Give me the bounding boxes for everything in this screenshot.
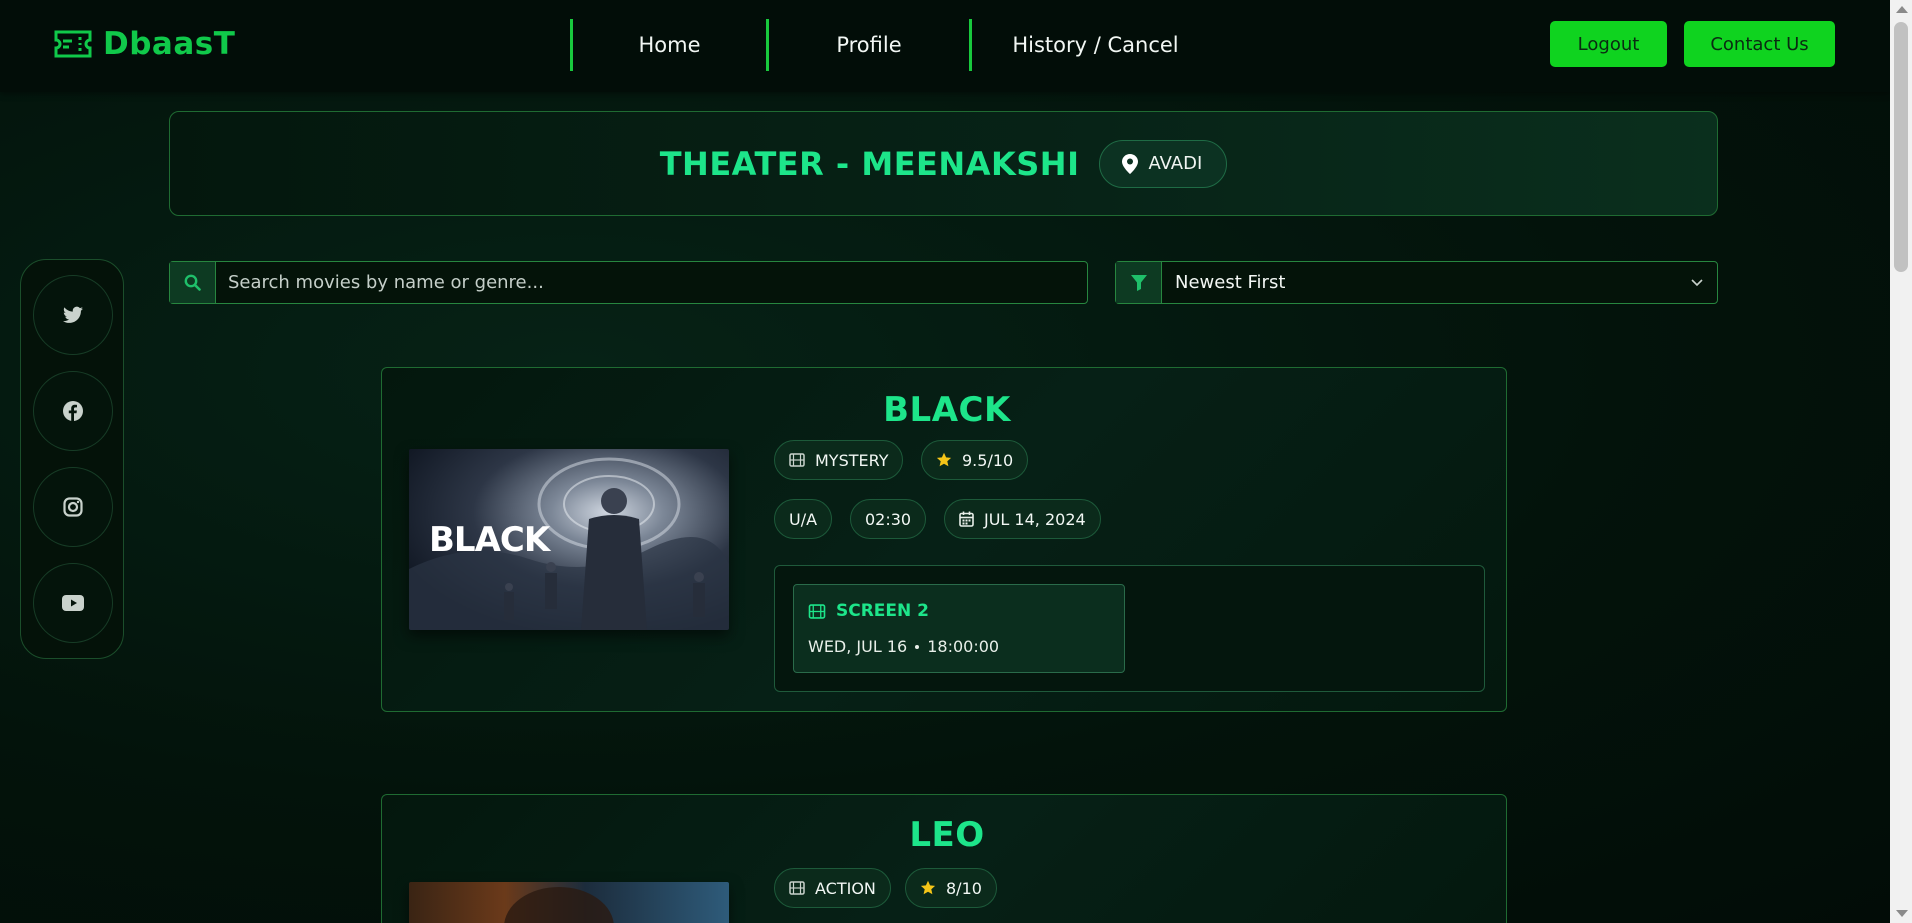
movie-title: LEO <box>909 815 985 855</box>
filter-icon-cell <box>1116 262 1162 303</box>
show-date: WED, JUL 16 <box>808 637 908 656</box>
brand-name: DbaasT <box>103 26 236 62</box>
star-icon <box>936 452 952 467</box>
calendar-icon <box>959 511 974 527</box>
scroll-up-arrow[interactable] <box>1896 6 1908 13</box>
location-label: AVADI <box>1148 153 1203 174</box>
sort-select[interactable]: Newest First <box>1115 261 1718 304</box>
genre-badge: MYSTERY <box>774 440 904 480</box>
showtimes-panel: SCREEN 2 WED, JUL 16 18:00:00 <box>774 565 1485 692</box>
movie-title: BLACK <box>883 390 1011 430</box>
top-navbar: DbaasT Home Profile History / Cancel Log… <box>0 0 1890 92</box>
theater-header: THEATER - MEENAKSHI AVADI <box>169 111 1718 216</box>
rating-label: 9.5/10 <box>962 450 1014 470</box>
filter-icon <box>1130 274 1147 291</box>
rating-badge: 9.5/10 <box>921 440 1029 480</box>
genre-label: ACTION <box>815 878 876 898</box>
film-icon <box>808 603 826 619</box>
scroll-thumb[interactable] <box>1894 22 1908 272</box>
location-badge: AVADI <box>1099 139 1228 188</box>
release-date-badge: JUL 14, 2024 <box>944 499 1101 539</box>
rating-label: 8/10 <box>946 878 982 898</box>
twitter-link[interactable] <box>33 275 113 355</box>
movie-card: LEO ACTION 8/10 <box>381 794 1507 923</box>
movie-poster[interactable] <box>409 882 729 923</box>
star-icon <box>920 880 936 895</box>
film-icon <box>789 881 805 895</box>
movie-card: BLACK BLACK MYSTERY 9.5/10 U/A 02:30 JUL… <box>381 367 1507 712</box>
separator-dot <box>915 644 920 649</box>
search-input[interactable] <box>216 262 1087 303</box>
scroll-down-arrow[interactable] <box>1896 910 1908 917</box>
youtube-link[interactable] <box>33 563 113 643</box>
search-icon <box>184 274 201 291</box>
ticket-icon <box>54 30 92 58</box>
genre-badge: ACTION <box>774 868 891 908</box>
showtime-card[interactable]: SCREEN 2 WED, JUL 16 18:00:00 <box>793 584 1125 673</box>
page-scrollbar[interactable] <box>1890 0 1912 923</box>
nav-home-link[interactable]: Home <box>570 19 766 71</box>
show-time: 18:00:00 <box>927 637 1000 656</box>
theater-title: THEATER - MEENAKSHI <box>659 144 1080 183</box>
logout-button[interactable]: Logout <box>1550 21 1667 67</box>
youtube-icon <box>62 595 84 611</box>
certificate-badge: U/A <box>774 499 833 539</box>
release-date-label: JUL 14, 2024 <box>984 509 1086 529</box>
duration-badge: 02:30 <box>850 499 927 539</box>
movie-poster[interactable]: BLACK <box>409 449 729 630</box>
twitter-icon <box>63 306 83 323</box>
instagram-icon <box>63 497 83 517</box>
screen-label: SCREEN 2 <box>836 601 930 621</box>
nav-profile-link[interactable]: Profile <box>766 19 969 71</box>
facebook-link[interactable] <box>33 371 113 451</box>
chevron-down-icon <box>1677 262 1717 303</box>
search-bar <box>169 261 1088 304</box>
nav-history-link[interactable]: History / Cancel <box>969 19 1219 71</box>
map-pin-icon <box>1122 153 1139 174</box>
rating-badge: 8/10 <box>905 868 997 908</box>
film-icon <box>789 453 805 467</box>
poster-title: BLACK <box>429 520 552 560</box>
social-sidebar <box>20 259 124 659</box>
genre-label: MYSTERY <box>815 450 889 470</box>
facebook-icon <box>63 401 83 421</box>
contact-us-button[interactable]: Contact Us <box>1684 21 1835 67</box>
nav-links: Home Profile History / Cancel <box>570 19 1219 71</box>
search-icon-cell <box>170 262 216 303</box>
show-datetime: WED, JUL 16 18:00:00 <box>808 637 999 656</box>
brand-logo[interactable]: DbaasT <box>53 26 235 62</box>
instagram-link[interactable] <box>33 467 113 547</box>
show-screen: SCREEN 2 <box>808 601 929 621</box>
sort-value: Newest First <box>1175 272 1286 293</box>
